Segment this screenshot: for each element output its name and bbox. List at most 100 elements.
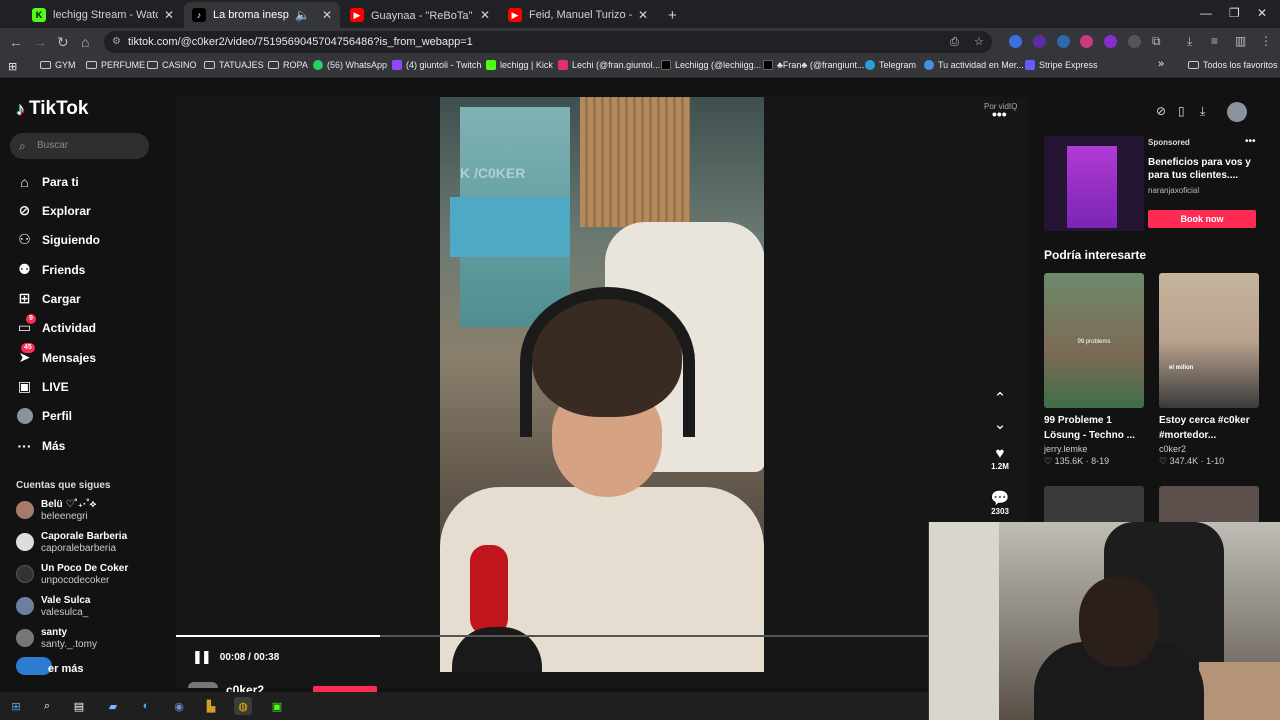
back-icon[interactable]: ← — [9, 34, 23, 50]
search-icon[interactable]: ⌕ — [38, 697, 56, 715]
bookmark-gym[interactable]: GYM — [40, 60, 76, 70]
search-input[interactable]: ⌕ Buscar — [10, 133, 149, 159]
see-more-link[interactable]: er más — [48, 663, 83, 675]
install-icon[interactable]: ⎙ — [950, 31, 959, 53]
comment-button[interactable]: 💬 2303 — [988, 489, 1012, 515]
restore-button[interactable]: ❐ — [1229, 6, 1240, 20]
home-icon[interactable]: ⌂ — [81, 34, 89, 50]
browser-tab-kick[interactable]: K lechigg Stream - Watch Live on ✕ — [24, 2, 182, 28]
instagram-icon — [558, 60, 568, 70]
nav-siguiendo[interactable]: ⚇ Siguiendo — [16, 231, 100, 248]
bookmark-mercadolibre[interactable]: Tu actividad en Mer... — [924, 60, 1024, 70]
bookmark-label: Lechi (@fran.giuntol... — [572, 60, 661, 70]
next-video-button[interactable]: ⌄ — [988, 415, 1012, 434]
browser-tab-tiktok[interactable]: ♪ La broma inesperada a Co 🔈 ✕ — [184, 2, 340, 28]
bookmark-telegram[interactable]: Telegram — [865, 60, 916, 70]
close-window-button[interactable]: ✕ — [1257, 6, 1267, 20]
nav-mensajes[interactable]: ➤ 45 Mensajes — [16, 343, 96, 366]
following-account[interactable]: Caporale Barberia caporalebarberia — [16, 531, 127, 555]
tiktok-logo[interactable]: ♪ TikTok — [16, 98, 88, 120]
download-app-icon[interactable]: ⤓ — [1200, 104, 1205, 119]
extension-icon[interactable] — [1128, 35, 1141, 48]
book-now-button[interactable]: Book now — [1148, 210, 1256, 228]
extension-icon[interactable] — [1104, 35, 1117, 48]
browser-tab-youtube-1[interactable]: ▶ Guaynaa - "ReBoTa" 🍑 - YouTu ✕ — [342, 2, 498, 28]
bookmarks-overflow-button[interactable]: » — [1158, 58, 1164, 70]
bookmark-label: (4) giuntoli - Twitch — [406, 60, 482, 70]
bookmark-instagram[interactable]: Lechi (@fran.giuntol... — [558, 60, 660, 70]
close-tab-icon[interactable]: ✕ — [322, 8, 332, 22]
new-tab-button[interactable]: + — [660, 2, 682, 28]
nav-cargar[interactable]: ⊞ Cargar — [16, 290, 81, 307]
mute-tab-icon[interactable]: 🔈 — [295, 8, 310, 22]
close-tab-icon[interactable]: ✕ — [164, 8, 174, 22]
bookmark-kick[interactable]: lechigg | Kick — [486, 60, 553, 70]
bookmark-x[interactable]: ♣Fran♣ (@frangiunt... — [763, 60, 864, 70]
coin-icon[interactable]: ⊘ — [1156, 104, 1166, 118]
following-account[interactable]: santy santy._.tomy — [16, 627, 97, 651]
previous-video-button[interactable]: ⌃ — [988, 389, 1012, 408]
bookmark-star-icon[interactable]: ☆ — [974, 31, 984, 53]
pause-icon[interactable]: ❚❚ — [192, 649, 212, 665]
forward-icon[interactable]: → — [33, 34, 47, 50]
file-explorer-icon[interactable]: ▰ — [104, 697, 122, 715]
video-thumbnail[interactable] — [1044, 486, 1144, 526]
following-account[interactable]: Vale Sulca valesulca_ — [16, 595, 90, 619]
discord-icon[interactable]: ◉ — [170, 697, 188, 715]
site-info-icon[interactable]: ⚙ — [112, 31, 121, 53]
nav-actividad[interactable]: ▭ 9 Actividad — [16, 314, 96, 336]
close-tab-icon[interactable]: ✕ — [480, 8, 490, 22]
all-bookmarks[interactable]: Todos los favoritos — [1188, 60, 1278, 70]
task-view-icon[interactable]: ▤ — [70, 697, 88, 715]
apps-grid-icon[interactable]: ⊞ — [8, 60, 17, 73]
extension-icon[interactable] — [1057, 35, 1070, 48]
recommended-video[interactable]: 99 problems 99 Probleme 1 Lösung - Techn… — [1044, 273, 1144, 467]
time-text: 00:08 / 00:38 — [219, 651, 280, 663]
extension-icon[interactable] — [1080, 35, 1093, 48]
edge-icon[interactable]: ◐ — [137, 697, 155, 715]
user-avatar[interactable] — [1227, 102, 1247, 122]
bookmark-whatsapp[interactable]: (56) WhatsApp — [313, 60, 387, 70]
bookmark-casino[interactable]: CASINO — [147, 60, 197, 70]
extensions-puzzle-icon[interactable]: ⧉ — [1152, 34, 1161, 49]
nav-friends[interactable]: ⚉ Friends — [16, 261, 85, 278]
bookmark-twitch[interactable]: (4) giuntoli - Twitch — [392, 60, 481, 70]
nav-perfil[interactable]: Perfil — [16, 407, 72, 424]
following-account[interactable]: Belü ♡˚₊·˚⟡ beleenegri — [16, 499, 96, 523]
reload-icon[interactable]: ↻ — [57, 34, 69, 51]
bookmark-stripe[interactable]: Stripe Express — [1025, 60, 1098, 70]
video-thumbnail[interactable] — [1159, 486, 1259, 526]
kick-app-icon[interactable]: ▣ — [268, 697, 286, 715]
bookmark-perfume[interactable]: PERFUME — [86, 60, 145, 70]
bookmark-tatuajes[interactable]: TATUAJES — [204, 60, 264, 70]
following-account[interactable]: Un Poco De Coker unpocodecoker — [16, 563, 128, 587]
nav-explorar[interactable]: ⊘ Explorar — [16, 202, 91, 219]
download-icon[interactable]: ⤓ — [1187, 34, 1192, 49]
video-more-button[interactable]: ••• — [992, 106, 1007, 122]
close-tab-icon[interactable]: ✕ — [638, 8, 648, 22]
device-icon[interactable]: ▯ — [1178, 104, 1185, 118]
nav-para-ti[interactable]: ⌂ Para ti — [16, 173, 78, 190]
bookmark-ropa[interactable]: ROPA — [268, 60, 308, 70]
video-frame[interactable]: K /C0KER — [440, 97, 764, 672]
app-icon[interactable]: ▙ — [202, 697, 220, 715]
nav-live[interactable]: ▣ LIVE — [16, 378, 69, 395]
recommended-video[interactable]: el millon Estoy cerca #c0ker #mortedor..… — [1159, 273, 1259, 467]
bookmark-tiktok[interactable]: Lechiigg (@lechiigg... — [661, 60, 761, 70]
minimize-button[interactable]: — — [1200, 6, 1212, 20]
extension-icon[interactable] — [1009, 35, 1022, 48]
ad-more-button[interactable]: ••• — [1245, 136, 1256, 147]
extension-icon[interactable] — [1033, 35, 1046, 48]
windows-start-icon[interactable]: ⊞ — [7, 697, 25, 715]
video-progress-bar[interactable] — [176, 635, 1028, 637]
like-button[interactable]: ♥ 1.2M — [988, 445, 1012, 471]
sidebar-icon[interactable]: ▥ — [1235, 34, 1246, 48]
menu-dots-icon[interactable]: ⋮ — [1260, 34, 1272, 48]
twitch-icon — [392, 60, 402, 70]
address-input[interactable]: ⚙ tiktok.com/@c0ker2/video/7519569045704… — [104, 31, 992, 53]
chrome-icon[interactable]: ◍ — [234, 697, 252, 715]
nav-mas[interactable]: ··· Más — [16, 437, 66, 454]
browser-tab-youtube-2[interactable]: ▶ Feid, Manuel Turizo - BORRAX ✕ — [500, 2, 656, 28]
author-avatar[interactable] — [188, 682, 218, 688]
media-control-icon[interactable]: ≡ — [1211, 34, 1218, 48]
